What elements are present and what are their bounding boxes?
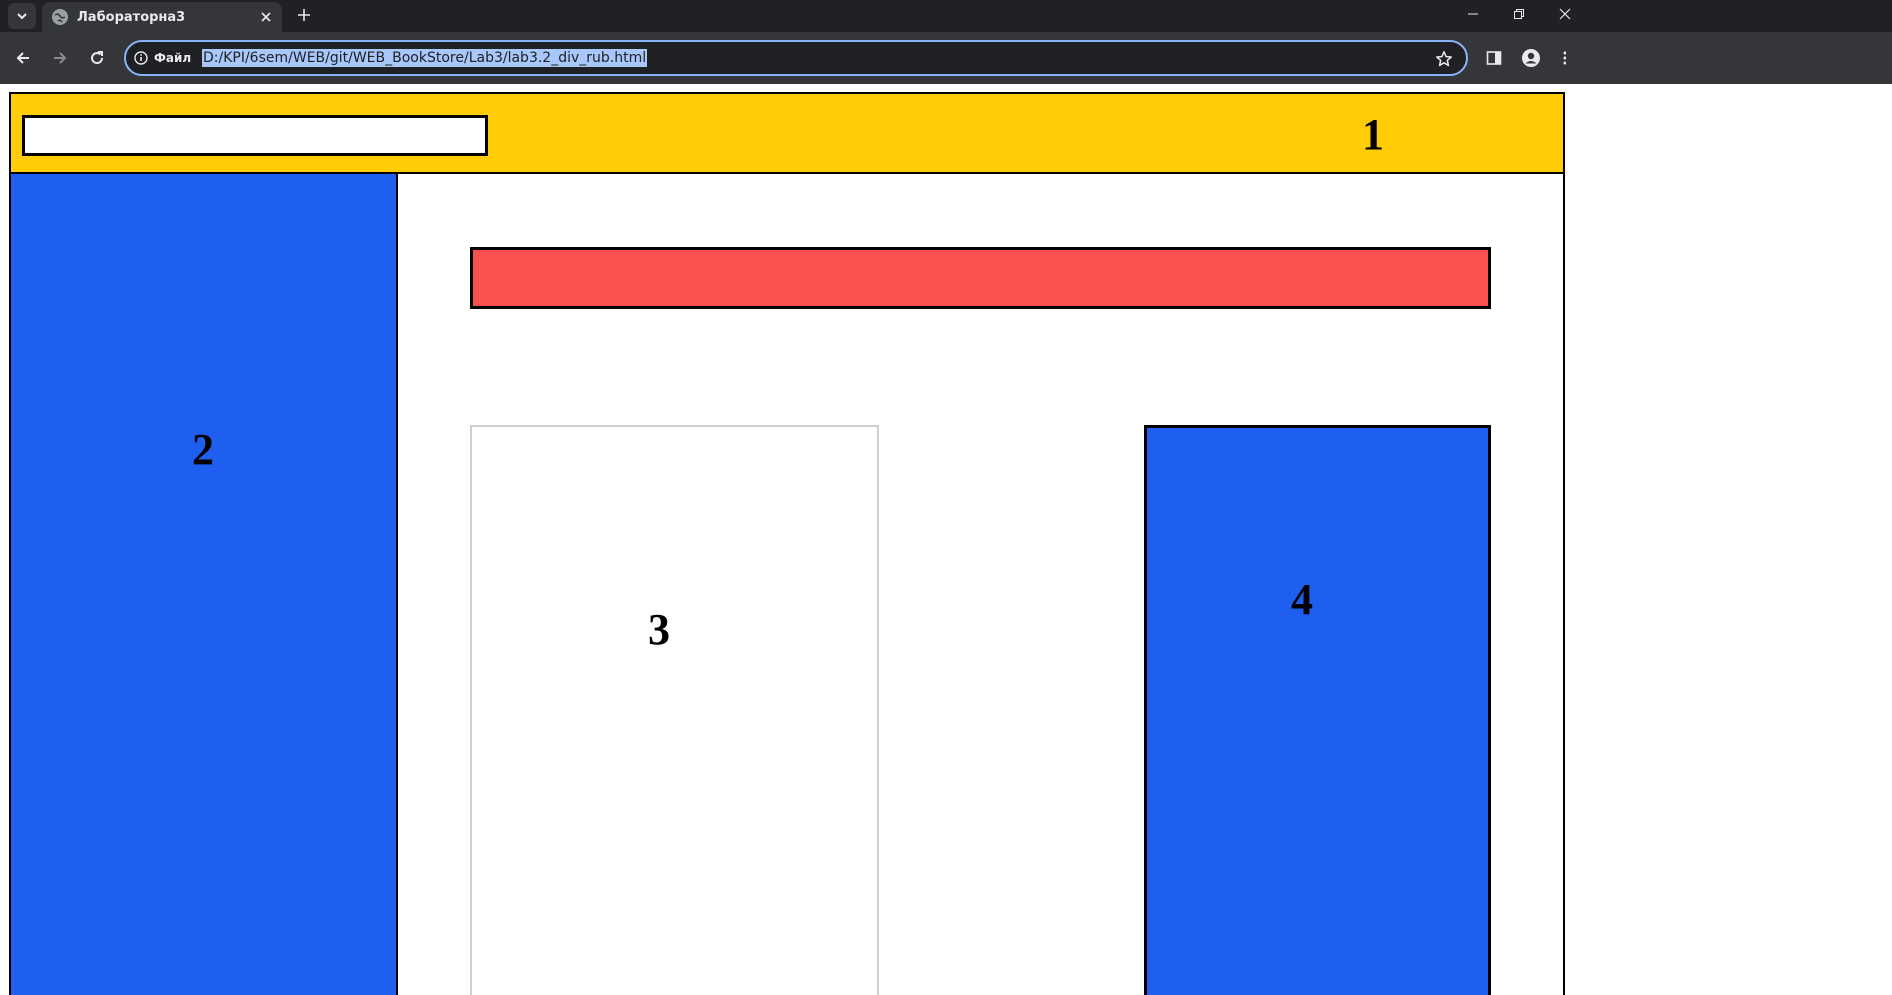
chevron-down-icon <box>17 13 27 20</box>
minimize-icon <box>1468 13 1478 15</box>
browser-tab[interactable]: Лабораторна3 <box>42 2 282 32</box>
block-three-number: 3 <box>648 605 670 654</box>
side-panel-icon <box>1486 51 1502 65</box>
menu-button[interactable] <box>1556 44 1570 72</box>
star-icon <box>1436 51 1452 67</box>
globe-icon <box>52 9 68 25</box>
close-tab-button[interactable] <box>256 7 276 27</box>
banner-bar <box>470 247 1491 309</box>
info-icon <box>134 51 148 65</box>
site-info-label: Файл <box>154 51 192 65</box>
arrow-right-icon <box>54 52 67 64</box>
bookmark-button[interactable] <box>1432 47 1456 71</box>
close-window-button[interactable] <box>1542 0 1588 28</box>
sidebar-block: 2 <box>9 172 398 995</box>
sidebar-number: 2 <box>192 425 214 474</box>
browser-tab-bar: Лабораторна3 <box>0 0 1892 32</box>
more-vert-icon <box>1563 51 1566 65</box>
page-viewport: 1 2 3 4 <box>0 84 1892 995</box>
header-input-box[interactable] <box>22 115 488 156</box>
arrow-left-icon <box>16 52 29 64</box>
site-info-button[interactable]: Файл <box>134 48 191 68</box>
restore-button[interactable] <box>1496 0 1542 28</box>
restore-icon <box>1514 9 1524 19</box>
forward-button[interactable] <box>46 44 74 72</box>
reload-icon <box>91 51 104 65</box>
url-text[interactable]: D:/KPI/6sem/WEB/git/WEB_BookStore/Lab3/l… <box>202 49 648 67</box>
browser-toolbar: Файл D:/KPI/6sem/WEB/git/WEB_BookStore/L… <box>0 32 1892 84</box>
minimize-button[interactable] <box>1450 0 1496 28</box>
close-icon <box>261 12 271 22</box>
header-number: 1 <box>1362 110 1384 159</box>
address-bar[interactable]: Файл D:/KPI/6sem/WEB/git/WEB_BookStore/L… <box>124 40 1468 76</box>
side-panel-button[interactable] <box>1480 44 1508 72</box>
reload-button[interactable] <box>83 44 111 72</box>
header-block: 1 <box>9 92 1565 174</box>
profile-icon <box>1522 49 1540 67</box>
tab-search-button[interactable] <box>8 3 36 29</box>
block-four: 4 <box>1144 425 1491 995</box>
block-three: 3 <box>470 425 879 995</box>
profile-button[interactable] <box>1517 44 1545 72</box>
new-tab-button[interactable] <box>292 3 316 27</box>
back-button[interactable] <box>9 44 37 72</box>
close-icon <box>1559 8 1571 20</box>
block-four-number: 4 <box>1291 575 1313 624</box>
plus-icon <box>298 9 310 21</box>
tab-title: Лабораторна3 <box>77 9 186 25</box>
